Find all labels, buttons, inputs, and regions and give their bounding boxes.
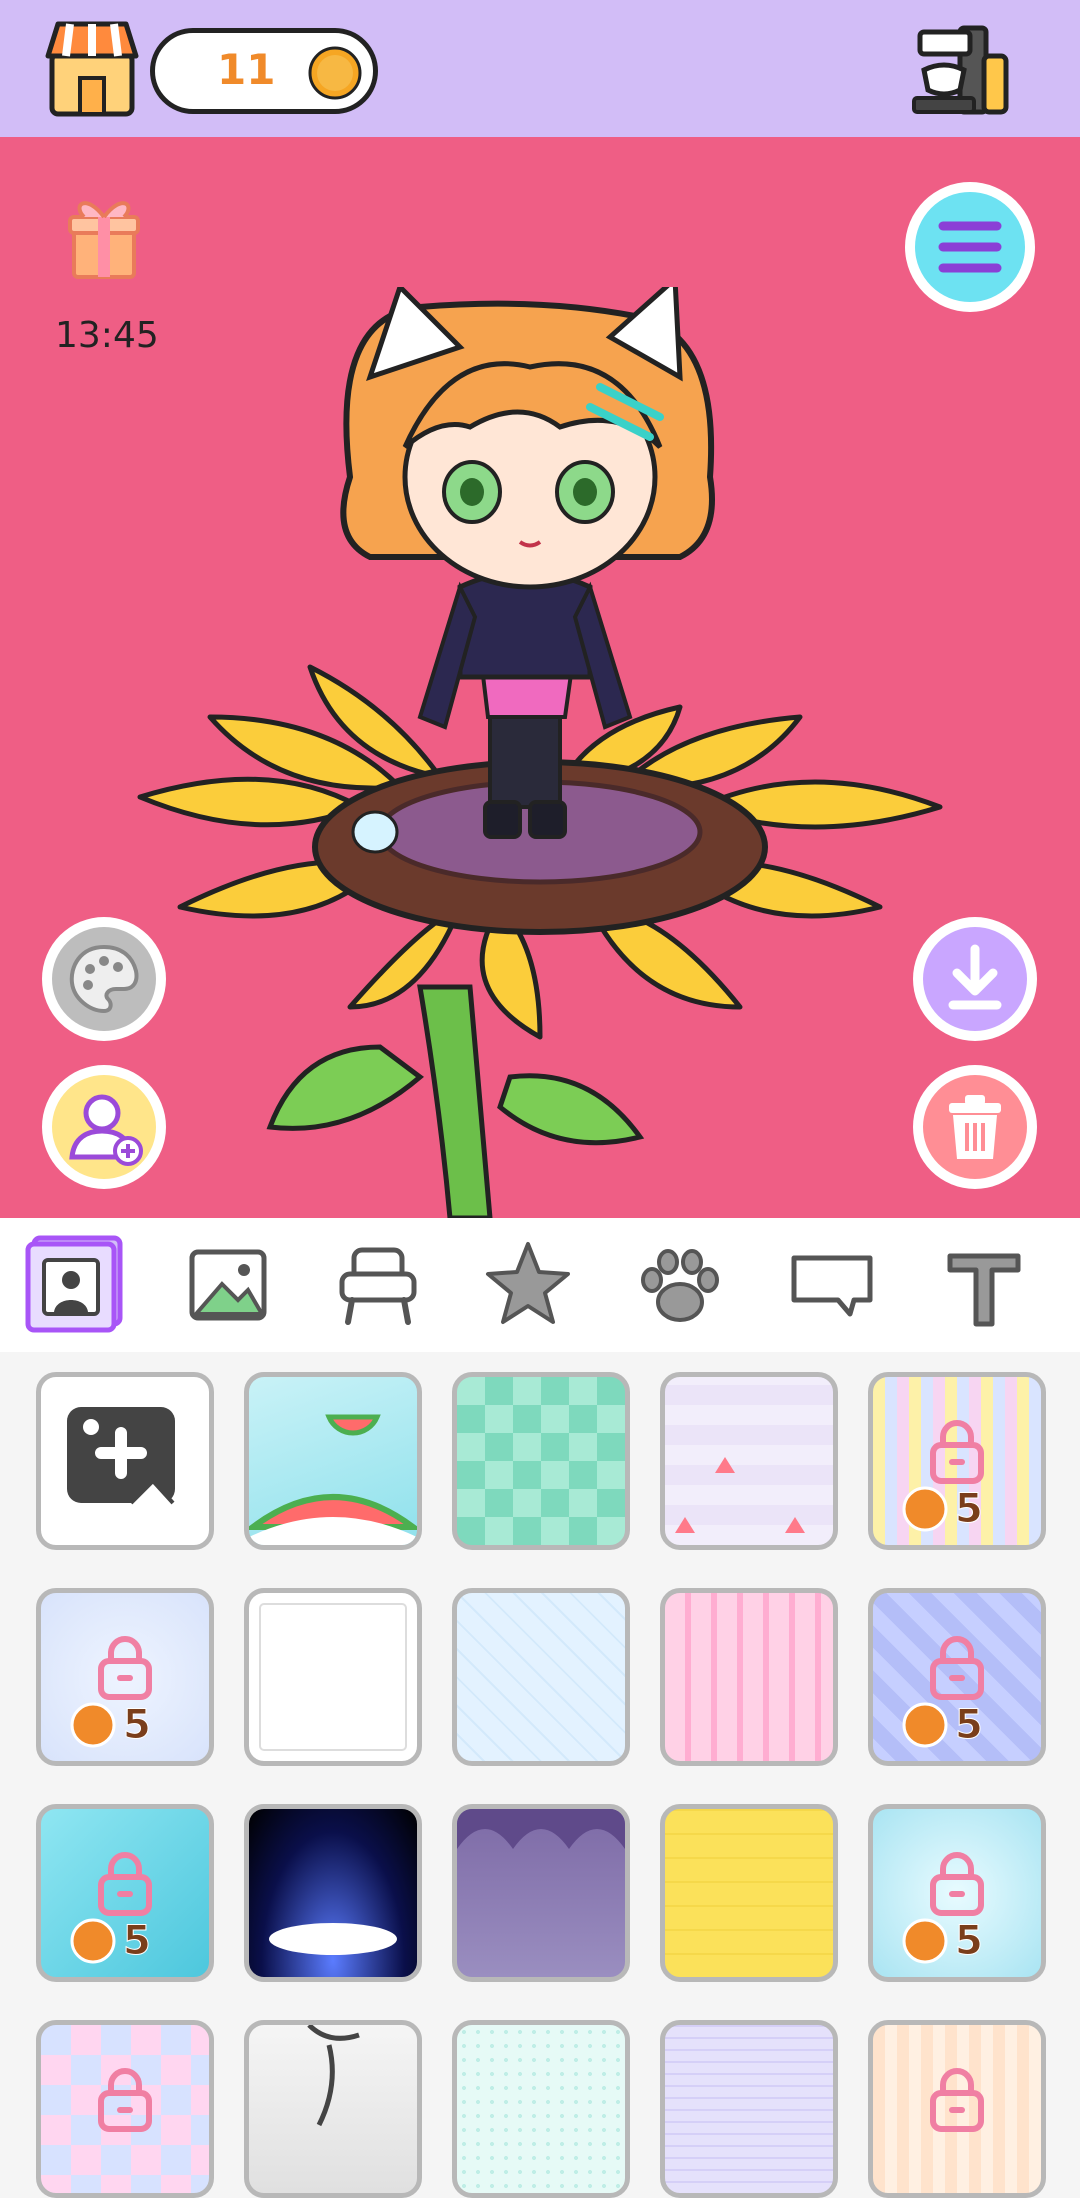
add-character-icon [52,1075,156,1179]
price-tag: 5 [901,1701,983,1749]
vending-station-icon[interactable] [910,20,1010,120]
background-item[interactable]: 5 [36,1804,214,1982]
background-item[interactable]: 5 [868,1372,1046,1550]
character-stage: 13:45 [0,137,1080,1218]
background-item[interactable] [244,2020,422,2198]
character-illustration[interactable] [120,287,960,1218]
background-item[interactable] [244,1804,422,1982]
background-item[interactable] [452,1372,630,1550]
background-item[interactable] [244,1588,422,1766]
portrait-tab-icon[interactable] [24,1234,124,1334]
spotlight-stage-bg [269,1923,397,1955]
trash-icon [923,1075,1027,1179]
background-item[interactable] [36,2020,214,2198]
coin-icon [902,1702,948,1748]
lock-icon [930,2068,984,2132]
trash-button[interactable] [913,1065,1037,1189]
background-item[interactable] [452,1588,630,1766]
lock-icon [98,1636,152,1700]
white-dotted-bg [249,1593,417,1761]
background-item[interactable]: 5 [868,1804,1046,1982]
coin-icon [70,1918,116,1964]
coin-icon [902,1486,948,1532]
background-item[interactable]: 5 [36,1588,214,1766]
add-image-cell[interactable] [36,1372,214,1550]
background-item[interactable] [452,1804,630,1982]
lock-icon [930,1420,984,1484]
background-item[interactable] [660,1588,838,1766]
coin-icon [902,1918,948,1964]
chair-tab-icon[interactable] [328,1234,428,1334]
lock-icon [98,1852,152,1916]
background-grid: 5 5 5 5 5 [0,1352,1080,2198]
palette-button[interactable] [42,917,166,1041]
coin-icon [70,1702,116,1748]
category-tabs [0,1218,1080,1352]
background-item[interactable] [660,2020,838,2198]
lock-icon [930,1852,984,1916]
background-item[interactable] [868,2020,1046,2198]
price-tag: 5 [901,1917,983,1965]
background-item[interactable] [244,1372,422,1550]
text-tab-icon[interactable] [934,1234,1034,1334]
price-tag: 5 [69,1917,151,1965]
background-item[interactable] [660,1372,838,1550]
add-image-icon [67,1407,175,1505]
coin-icon [308,46,362,100]
download-icon [923,927,1027,1031]
purple-curtain-bg [457,1809,625,1849]
price-tag: 5 [901,1485,983,1533]
mint-dots-bg [457,2025,625,2193]
price-tag: 5 [69,1701,151,1749]
pink-stripes-bg [665,1593,833,1761]
background-item[interactable]: 5 [868,1588,1046,1766]
lock-icon [98,2068,152,2132]
coin-balance[interactable]: 11 [150,28,378,114]
lock-icon [930,1636,984,1700]
ink-tree-bg [307,2025,360,2127]
coin-count: 11 [217,45,276,94]
landscape-tab-icon[interactable] [178,1234,278,1334]
star-tab-icon[interactable] [478,1234,578,1334]
lilac-gingham-bg [665,2025,833,2193]
download-button[interactable] [913,917,1037,1041]
background-item[interactable] [452,2020,630,2198]
add-character-button[interactable] [42,1065,166,1189]
background-item[interactable] [660,1804,838,1982]
shop-icon[interactable] [44,18,140,118]
light-blue-grid-bg [457,1593,625,1761]
speech-bubble-tab-icon[interactable] [782,1234,882,1334]
palette-icon [52,927,156,1031]
top-bar: 11 [0,0,1080,137]
watermelon-pattern-bg [675,1457,805,1533]
watermelon-sky-bg [249,1414,417,1545]
gift-icon[interactable] [66,187,142,279]
yellow-notepad-bg [665,1809,833,1977]
paw-tab-icon[interactable] [630,1234,730,1334]
green-checker-bg [457,1377,625,1545]
